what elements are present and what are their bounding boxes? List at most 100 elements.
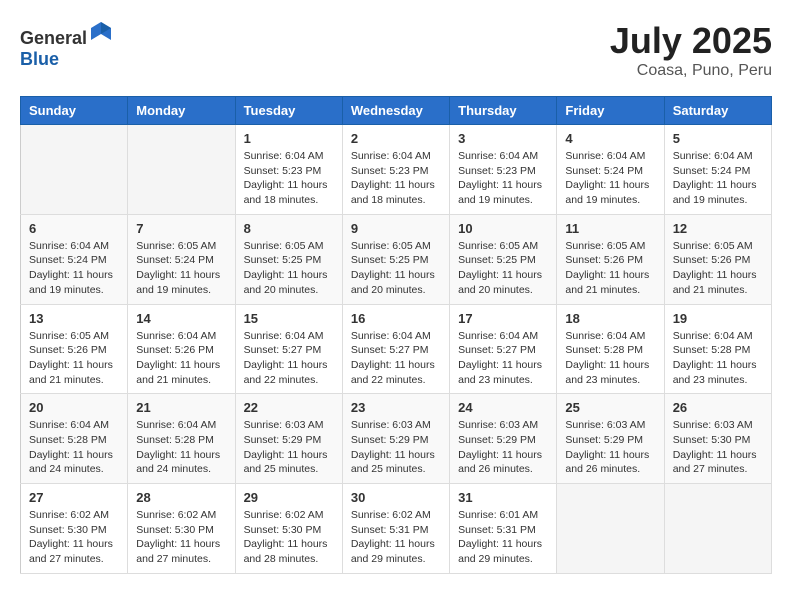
day-info: Sunrise: 6:04 AMSunset: 5:27 PMDaylight:… [351, 329, 441, 388]
table-row: 15 Sunrise: 6:04 AMSunset: 5:27 PMDayligh… [235, 304, 342, 394]
day-info: Sunrise: 6:04 AMSunset: 5:23 PMDaylight:… [458, 149, 548, 208]
calendar-week-row: 20 Sunrise: 6:04 AMSunset: 5:28 PMDayligh… [21, 394, 772, 484]
table-row: 10 Sunrise: 6:05 AMSunset: 5:25 PMDayligh… [450, 214, 557, 304]
day-info: Sunrise: 6:05 AMSunset: 5:26 PMDaylight:… [29, 329, 119, 388]
table-row: 3Sunrise: 6:04 AMSunset: 5:23 PMDaylight… [450, 125, 557, 215]
table-row: 7 Sunrise: 6:05 AMSunset: 5:24 PMDaylight… [128, 214, 235, 304]
day-info: Sunrise: 6:05 AMSunset: 5:25 PMDaylight:… [244, 239, 334, 298]
day-number: 31 [458, 490, 548, 505]
calendar-week-row: 13Sunrise: 6:05 AMSunset: 5:26 PMDayligh… [21, 304, 772, 394]
day-number: 16 [351, 311, 441, 326]
calendar-week-row: 6Sunrise: 6:04 AMSunset: 5:24 PMDaylight… [21, 214, 772, 304]
table-row: 8Sunrise: 6:05 AMSunset: 5:25 PMDaylight… [235, 214, 342, 304]
day-number: 25 [565, 400, 655, 415]
day-info: Sunrise: 6:03 AMSunset: 5:29 PMDaylight:… [458, 418, 548, 477]
day-number: 1 [244, 131, 334, 146]
table-row: 22 Sunrise: 6:03 AMSunset: 5:29 PMDayligh… [235, 394, 342, 484]
day-info: Sunrise: 6:04 AMSunset: 5:24 PMDaylight:… [29, 239, 119, 298]
table-row: 6Sunrise: 6:04 AMSunset: 5:24 PMDaylight… [21, 214, 128, 304]
day-info: Sunrise: 6:04 AMSunset: 5:27 PMDaylight:… [244, 329, 334, 388]
table-row [557, 484, 664, 574]
day-number: 21 [136, 400, 226, 415]
day-info: Sunrise: 6:05 AMSunset: 5:26 PMDaylight:… [565, 239, 655, 298]
day-info: Sunrise: 6:04 AMSunset: 5:23 PMDaylight:… [244, 149, 334, 208]
col-thursday: Thursday [450, 97, 557, 125]
day-number: 23 [351, 400, 441, 415]
table-row [21, 125, 128, 215]
day-number: 7 [136, 221, 226, 236]
table-row: 13Sunrise: 6:05 AMSunset: 5:26 PMDayligh… [21, 304, 128, 394]
day-info: Sunrise: 6:03 AMSunset: 5:29 PMDaylight:… [565, 418, 655, 477]
day-number: 22 [244, 400, 334, 415]
day-number: 27 [29, 490, 119, 505]
day-number: 26 [673, 400, 763, 415]
day-number: 17 [458, 311, 548, 326]
logo-general: General [20, 28, 87, 48]
calendar-week-row: 27 Sunrise: 6:02 AMSunset: 5:30 PMDayligh… [21, 484, 772, 574]
calendar-table: Sunday Monday Tuesday Wednesday Thursday… [20, 96, 772, 574]
table-row: 17 Sunrise: 6:04 AMSunset: 5:27 PMDayligh… [450, 304, 557, 394]
title-section: July 2025 Coasa, Puno, Peru [610, 20, 772, 80]
col-friday: Friday [557, 97, 664, 125]
logo-icon [89, 20, 113, 44]
day-info: Sunrise: 6:05 AMSunset: 5:25 PMDaylight:… [351, 239, 441, 298]
table-row: 2 Sunrise: 6:04 AMSunset: 5:23 PMDaylight… [342, 125, 449, 215]
location-subtitle: Coasa, Puno, Peru [610, 62, 772, 80]
day-number: 29 [244, 490, 334, 505]
day-info: Sunrise: 6:02 AMSunset: 5:31 PMDaylight:… [351, 508, 441, 567]
day-info: Sunrise: 6:02 AMSunset: 5:30 PMDaylight:… [244, 508, 334, 567]
day-info: Sunrise: 6:04 AMSunset: 5:28 PMDaylight:… [136, 418, 226, 477]
day-info: Sunrise: 6:03 AMSunset: 5:30 PMDaylight:… [673, 418, 763, 477]
col-tuesday: Tuesday [235, 97, 342, 125]
table-row: 29 Sunrise: 6:02 AMSunset: 5:30 PMDayligh… [235, 484, 342, 574]
table-row: 16 Sunrise: 6:04 AMSunset: 5:27 PMDayligh… [342, 304, 449, 394]
table-row: 23 Sunrise: 6:03 AMSunset: 5:29 PMDayligh… [342, 394, 449, 484]
table-row: 28Sunrise: 6:02 AMSunset: 5:30 PMDayligh… [128, 484, 235, 574]
day-number: 28 [136, 490, 226, 505]
day-number: 10 [458, 221, 548, 236]
day-number: 11 [565, 221, 655, 236]
day-info: Sunrise: 6:05 AMSunset: 5:24 PMDaylight:… [136, 239, 226, 298]
page-header: General Blue July 2025 Coasa, Puno, Peru [20, 20, 772, 80]
day-number: 15 [244, 311, 334, 326]
table-row: 20 Sunrise: 6:04 AMSunset: 5:28 PMDayligh… [21, 394, 128, 484]
day-number: 2 [351, 131, 441, 146]
table-row: 19Sunrise: 6:04 AMSunset: 5:28 PMDayligh… [664, 304, 771, 394]
day-info: Sunrise: 6:05 AMSunset: 5:26 PMDaylight:… [673, 239, 763, 298]
day-info: Sunrise: 6:02 AMSunset: 5:30 PMDaylight:… [29, 508, 119, 567]
day-info: Sunrise: 6:04 AMSunset: 5:26 PMDaylight:… [136, 329, 226, 388]
day-info: Sunrise: 6:04 AMSunset: 5:23 PMDaylight:… [351, 149, 441, 208]
table-row: 9 Sunrise: 6:05 AMSunset: 5:25 PMDaylight… [342, 214, 449, 304]
table-row: 31 Sunrise: 6:01 AMSunset: 5:31 PMDayligh… [450, 484, 557, 574]
table-row: 1 Sunrise: 6:04 AMSunset: 5:23 PMDaylight… [235, 125, 342, 215]
day-number: 5 [673, 131, 763, 146]
table-row: 25 Sunrise: 6:03 AMSunset: 5:29 PMDayligh… [557, 394, 664, 484]
table-row [664, 484, 771, 574]
day-info: Sunrise: 6:04 AMSunset: 5:24 PMDaylight:… [565, 149, 655, 208]
day-info: Sunrise: 6:01 AMSunset: 5:31 PMDaylight:… [458, 508, 548, 567]
calendar-week-row: 1 Sunrise: 6:04 AMSunset: 5:23 PMDaylight… [21, 125, 772, 215]
table-row: 5 Sunrise: 6:04 AMSunset: 5:24 PMDaylight… [664, 125, 771, 215]
col-wednesday: Wednesday [342, 97, 449, 125]
day-number: 24 [458, 400, 548, 415]
day-info: Sunrise: 6:04 AMSunset: 5:24 PMDaylight:… [673, 149, 763, 208]
table-row: 24 Sunrise: 6:03 AMSunset: 5:29 PMDayligh… [450, 394, 557, 484]
day-number: 12 [673, 221, 763, 236]
table-row: 18Sunrise: 6:04 AMSunset: 5:28 PMDayligh… [557, 304, 664, 394]
day-info: Sunrise: 6:05 AMSunset: 5:25 PMDaylight:… [458, 239, 548, 298]
table-row: 14 Sunrise: 6:04 AMSunset: 5:26 PMDayligh… [128, 304, 235, 394]
calendar-header-row: Sunday Monday Tuesday Wednesday Thursday… [21, 97, 772, 125]
day-info: Sunrise: 6:03 AMSunset: 5:29 PMDaylight:… [351, 418, 441, 477]
day-info: Sunrise: 6:03 AMSunset: 5:29 PMDaylight:… [244, 418, 334, 477]
day-info: Sunrise: 6:04 AMSunset: 5:28 PMDaylight:… [29, 418, 119, 477]
day-number: 30 [351, 490, 441, 505]
day-number: 14 [136, 311, 226, 326]
col-monday: Monday [128, 97, 235, 125]
day-number: 19 [673, 311, 763, 326]
day-number: 20 [29, 400, 119, 415]
day-number: 9 [351, 221, 441, 236]
table-row: 21 Sunrise: 6:04 AMSunset: 5:28 PMDayligh… [128, 394, 235, 484]
table-row: 30 Sunrise: 6:02 AMSunset: 5:31 PMDayligh… [342, 484, 449, 574]
table-row: 11 Sunrise: 6:05 AMSunset: 5:26 PMDayligh… [557, 214, 664, 304]
day-info: Sunrise: 6:04 AMSunset: 5:27 PMDaylight:… [458, 329, 548, 388]
